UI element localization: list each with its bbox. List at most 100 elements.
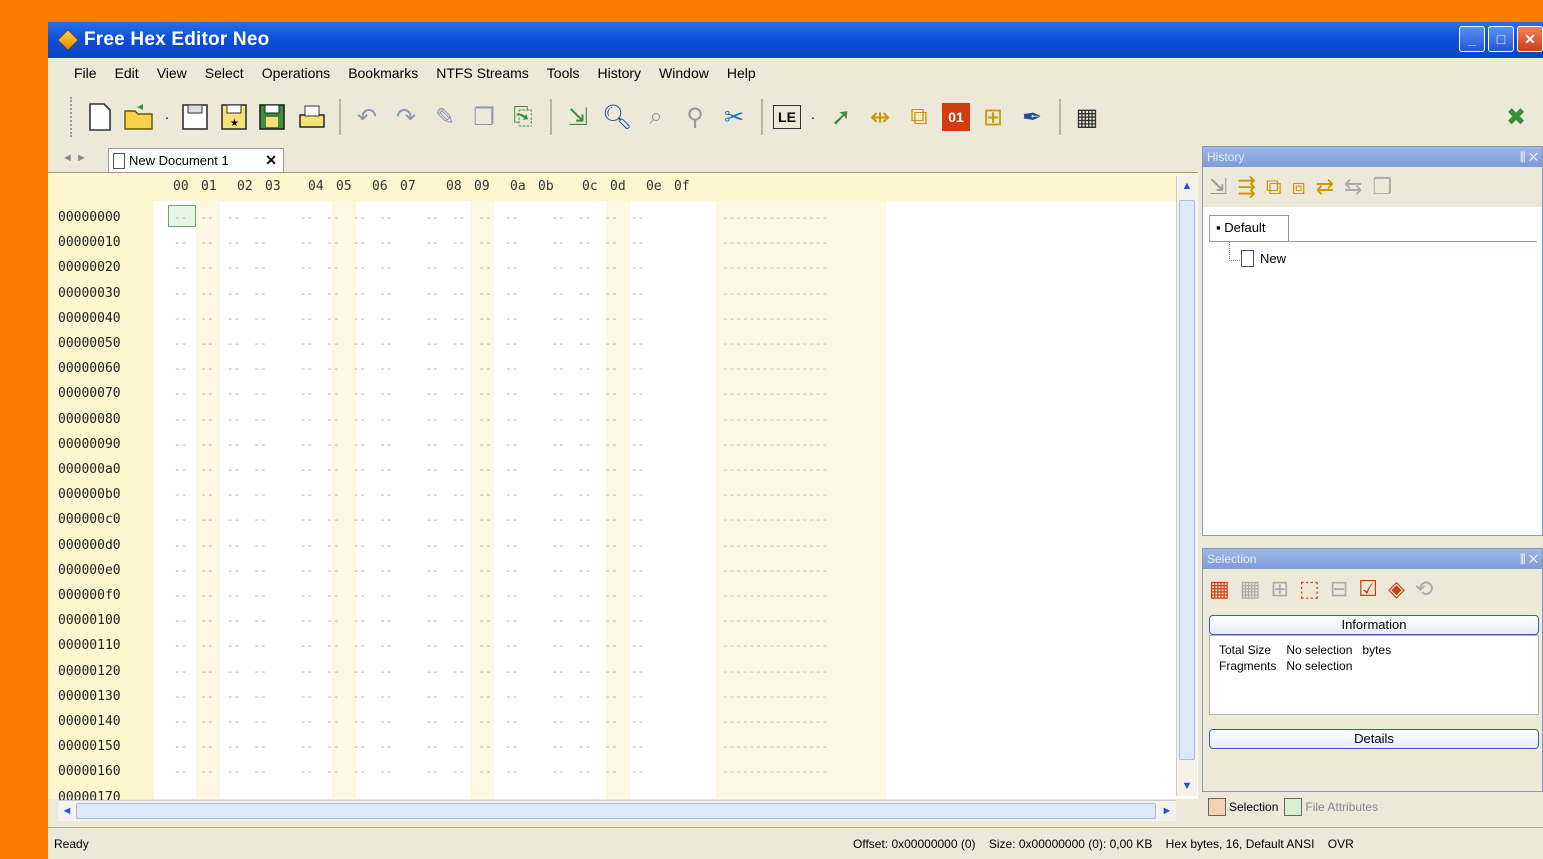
history-tool-icon[interactable]: ⇶ <box>1237 174 1255 200</box>
menu-window[interactable]: Window <box>659 65 709 81</box>
ascii-row[interactable]: ---------------- <box>722 507 828 532</box>
menu-help[interactable]: Help <box>727 65 756 81</box>
hex-row[interactable]: -- -- -- -- -- -- -- -- -- -- -- -- -- -… <box>154 684 677 709</box>
history-item-new[interactable]: New <box>1241 250 1286 267</box>
hex-row[interactable]: -- -- -- -- -- -- -- -- -- -- -- -- -- -… <box>154 709 677 734</box>
find-next-icon[interactable]: ⌕ <box>640 101 672 133</box>
ascii-row[interactable]: ---------------- <box>722 457 828 482</box>
scroll-right-arrow[interactable]: ► <box>1158 801 1176 821</box>
hex-row[interactable]: -- -- -- -- -- -- -- -- -- -- -- -- -- -… <box>154 205 677 230</box>
selection-tool-icon[interactable]: ⬚ <box>1299 576 1320 602</box>
menu-bookmarks[interactable]: Bookmarks <box>348 65 418 81</box>
panel-pin-close-icons[interactable]: ⫼ ✕ <box>1520 147 1538 167</box>
find-replace-icon[interactable]: ⚲ <box>679 101 711 133</box>
layout-icon[interactable]: ▦ <box>1071 101 1103 133</box>
select-all-icon[interactable]: ▦ <box>1209 576 1230 602</box>
history-tool-icon[interactable]: ⧈ <box>1292 174 1306 200</box>
hex-row[interactable]: -- -- -- -- -- -- -- -- -- -- -- -- -- -… <box>154 583 677 608</box>
title-bar[interactable]: Free Hex Editor Neo _ □ ✕ <box>48 22 1543 58</box>
ascii-row[interactable]: ---------------- <box>722 583 828 608</box>
tab-file-attributes[interactable]: File Attributes <box>1284 798 1378 816</box>
ascii-row[interactable]: ---------------- <box>722 381 828 406</box>
menu-select[interactable]: Select <box>205 65 244 81</box>
hex-row[interactable]: -- -- -- -- -- -- -- -- -- -- -- -- -- -… <box>154 432 677 457</box>
open-folder-icon[interactable] <box>123 101 155 133</box>
save-icon[interactable]: ★ <box>218 101 250 133</box>
ascii-row[interactable]: ---------------- <box>722 306 828 331</box>
tab-new-document-1[interactable]: New Document 1 ✕ <box>108 148 284 172</box>
selection-panel-title[interactable]: Selection ⫼ ✕ <box>1203 549 1542 569</box>
bookmark-add-icon[interactable]: ➚ <box>825 101 857 133</box>
horizontal-scrollbar[interactable]: ◄ ► <box>58 800 1176 821</box>
hex-row[interactable]: -- -- -- -- -- -- -- -- -- -- -- -- -- -… <box>154 633 677 658</box>
ascii-row[interactable]: ---------------- <box>722 759 828 784</box>
ascii-column[interactable]: ---------------- ---------------- --------… <box>716 201 886 799</box>
endian-icon[interactable]: LE <box>773 105 801 129</box>
hex-row[interactable]: -- -- -- -- -- -- -- -- -- -- -- -- -- -… <box>154 734 677 759</box>
hex-row[interactable]: -- -- -- -- -- -- -- -- -- -- -- -- -- -… <box>154 457 677 482</box>
menu-edit[interactable]: Edit <box>115 65 139 81</box>
settings-icon[interactable]: ✖ <box>1500 101 1532 133</box>
menu-operations[interactable]: Operations <box>262 65 330 81</box>
details-group-header[interactable]: Details <box>1209 729 1539 749</box>
ascii-row[interactable]: ---------------- <box>722 558 828 583</box>
tab-close-icon[interactable]: ✕ <box>265 152 277 169</box>
menu-file[interactable]: File <box>74 65 97 81</box>
history-tool-icon[interactable]: ❐ <box>1372 174 1392 200</box>
print-icon[interactable] <box>296 101 328 133</box>
menu-tools[interactable]: Tools <box>547 65 580 81</box>
ascii-row[interactable]: ---------------- <box>722 407 828 432</box>
hex-row[interactable]: -- -- -- -- -- -- -- -- -- -- -- -- -- -… <box>154 407 677 432</box>
find-icon[interactable]: 🔍︎ <box>601 101 633 133</box>
scroll-thumb[interactable] <box>1179 200 1195 760</box>
hex-row[interactable]: -- -- -- -- -- -- -- -- -- -- -- -- -- -… <box>154 482 677 507</box>
ascii-row[interactable]: ---------------- <box>722 533 828 558</box>
dropdown-icon[interactable]: · <box>162 101 172 133</box>
hex-01-icon[interactable]: 01 <box>942 103 970 131</box>
hex-row[interactable]: -- -- -- -- -- -- -- -- -- -- -- -- -- -… <box>154 230 677 255</box>
copy-icon[interactable]: ❐ <box>468 101 500 133</box>
hex-row[interactable]: -- -- -- -- -- -- -- -- -- -- -- -- -- -… <box>154 608 677 633</box>
scroll-down-arrow[interactable]: ▼ <box>1177 776 1197 796</box>
edit-icon[interactable]: ✎ <box>429 101 461 133</box>
selection-tool-icon[interactable]: ◈ <box>1388 576 1405 602</box>
ascii-row[interactable]: ---------------- <box>722 482 828 507</box>
ascii-row[interactable]: ---------------- <box>722 205 828 230</box>
tab-selection[interactable]: Selection <box>1208 798 1278 816</box>
save-all-icon[interactable] <box>257 101 289 133</box>
ascii-row[interactable]: ---------------- <box>722 432 828 457</box>
hex-row[interactable]: -- -- -- -- -- -- -- -- -- -- -- -- -- -… <box>154 659 677 684</box>
ascii-row[interactable]: ---------------- <box>722 709 828 734</box>
menu-history[interactable]: History <box>597 65 641 81</box>
hex-view[interactable]: 00 01 02 03 04 05 06 07 08 09 0a 0b 0c 0d 0e 0f 0000000… <box>48 173 1198 805</box>
ascii-row[interactable]: ---------------- <box>722 734 828 759</box>
pin-icon[interactable]: ✒ <box>1016 101 1048 133</box>
save-blank-icon[interactable] <box>179 101 211 133</box>
ascii-row[interactable]: ---------------- <box>722 684 828 709</box>
selection-tool-icon[interactable]: ▦ <box>1240 576 1261 602</box>
hex-row[interactable]: -- -- -- -- -- -- -- -- -- -- -- -- -- -… <box>154 356 677 381</box>
history-tool-icon[interactable]: ⇲ <box>1209 174 1227 200</box>
menu-ntfs-streams[interactable]: NTFS Streams <box>436 65 529 81</box>
ascii-row[interactable]: ---------------- <box>722 659 828 684</box>
hex-row[interactable]: -- -- -- -- -- -- -- -- -- -- -- -- -- -… <box>154 533 677 558</box>
ascii-row[interactable]: ---------------- <box>722 356 828 381</box>
grid-icon[interactable]: ⊞ <box>977 101 1009 133</box>
close-button[interactable]: ✕ <box>1517 26 1543 52</box>
selection-tool-icon[interactable]: ⊟ <box>1330 576 1348 602</box>
minimize-button[interactable]: _ <box>1459 26 1485 52</box>
ascii-row[interactable]: ---------------- <box>722 633 828 658</box>
hex-row[interactable]: -- -- -- -- -- -- -- -- -- -- -- -- -- -… <box>154 759 677 784</box>
ascii-row[interactable]: ---------------- <box>722 255 828 280</box>
new-file-icon[interactable] <box>84 101 116 133</box>
hex-row[interactable]: -- -- -- -- -- -- -- -- -- -- -- -- -- -… <box>154 255 677 280</box>
dropdown-icon[interactable]: · <box>808 101 818 133</box>
ascii-row[interactable]: ---------------- <box>722 230 828 255</box>
insert-icon[interactable]: ⧉ <box>903 101 935 133</box>
selection-tool-icon[interactable]: ⟲ <box>1415 576 1433 602</box>
panel-pin-close-icons[interactable]: ⫼ ✕ <box>1520 549 1538 569</box>
redo-icon[interactable]: ↷ <box>390 101 422 133</box>
hex-row[interactable]: -- -- -- -- -- -- -- -- -- -- -- -- -- -… <box>154 281 677 306</box>
hex-row[interactable]: -- -- -- -- -- -- -- -- -- -- -- -- -- -… <box>154 306 677 331</box>
vertical-scrollbar[interactable]: ▲ ▼ <box>1176 176 1197 796</box>
